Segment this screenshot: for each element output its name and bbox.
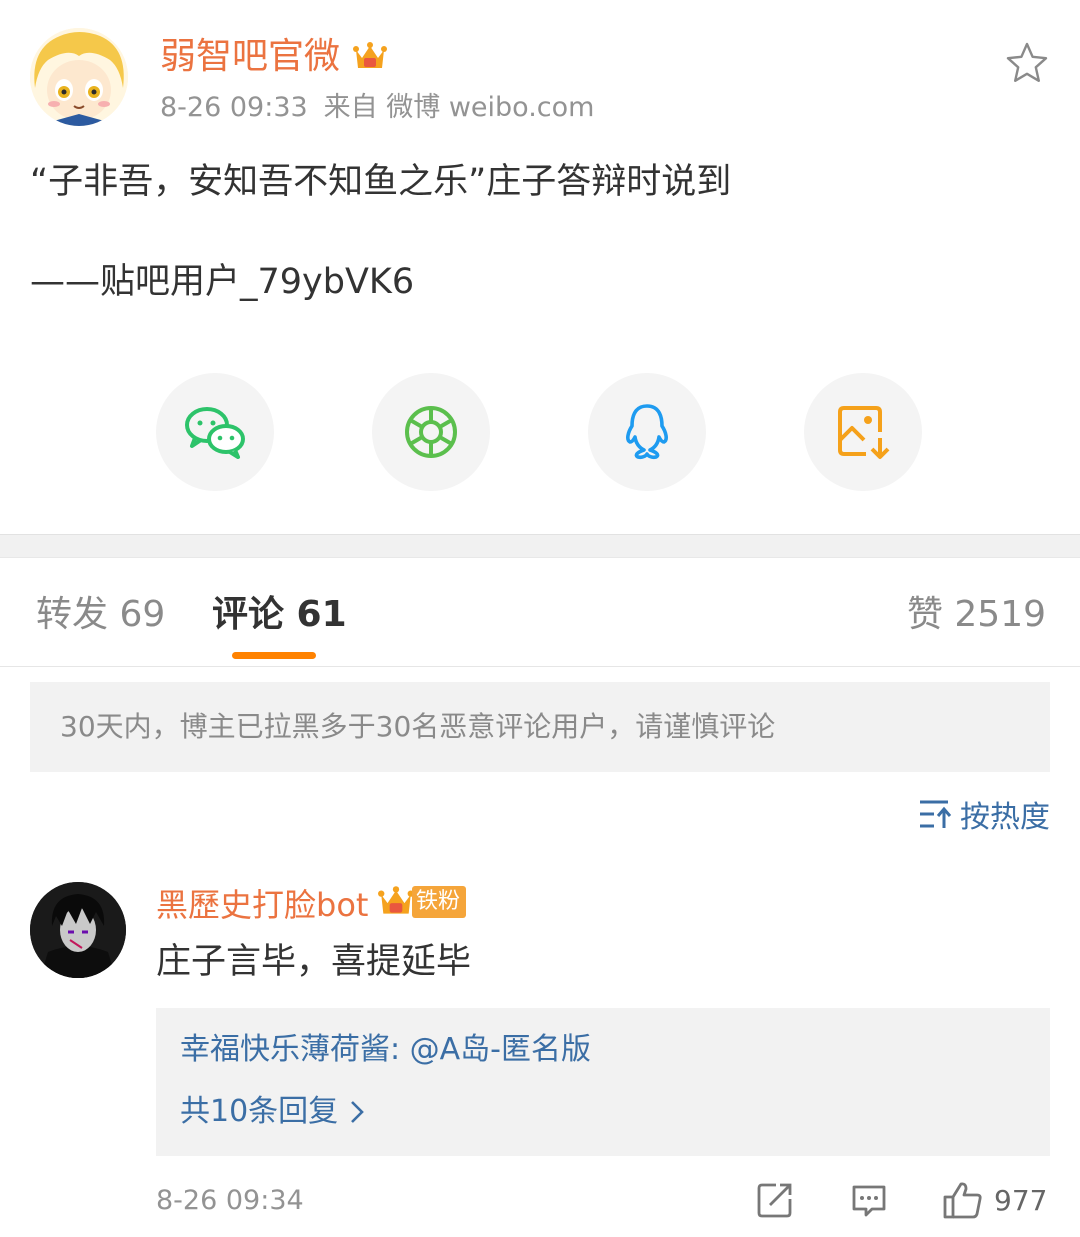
like-count: 977: [994, 1183, 1048, 1217]
tab-like[interactable]: 赞 2519: [907, 590, 1046, 640]
reply-count-label: 共10条回复: [180, 1094, 339, 1129]
thumbs-up-icon: [943, 1182, 982, 1219]
post-source: 来自 微博 weibo.com: [323, 92, 595, 123]
author-name[interactable]: 弱智吧官微: [160, 32, 340, 82]
wechat-icon: [185, 407, 245, 459]
author-avatar[interactable]: [30, 28, 128, 126]
dark-anime-avatar-image: [30, 882, 126, 978]
chevron-right-icon: [351, 1101, 365, 1123]
save-image-icon: [838, 406, 890, 459]
post-text-line-1: “子非吾，安知吾不知鱼之乐”庄子答辩时说到: [30, 162, 732, 202]
qq-icon: [626, 404, 668, 460]
repost-icon: [757, 1183, 792, 1218]
commenter-name[interactable]: 黑歷史打脸bot: [156, 882, 368, 928]
comment-reply-button[interactable]: [850, 1176, 888, 1224]
share-wechat-button[interactable]: [156, 373, 274, 491]
crown-vip-icon: [377, 882, 415, 924]
moments-icon: [405, 406, 457, 458]
section-divider: [0, 534, 1080, 558]
tab-divider: [0, 666, 1080, 667]
commenter-avatar[interactable]: [30, 882, 126, 978]
comment-like-button[interactable]: 977: [942, 1176, 1047, 1224]
post-text-line-2: ——贴吧用户_79ybVK6: [30, 262, 415, 302]
post-timestamp: 8-26 09:33: [160, 92, 308, 123]
active-tab-indicator: [232, 652, 316, 659]
comment-notice: 30天内，博主已拉黑多于30名恶意评论用户，请谨慎评论: [30, 682, 1050, 772]
reply-preview-text[interactable]: 幸福快乐薄荷酱: @A岛-匿名版: [180, 1028, 591, 1072]
fan-badge: 铁粉: [412, 886, 467, 918]
share-moments-button[interactable]: [372, 373, 490, 491]
favorite-star-icon[interactable]: [1004, 40, 1050, 86]
sort-by-hot-button[interactable]: 按热度: [918, 792, 1050, 836]
share-save-image-button[interactable]: [804, 373, 922, 491]
comment-repost-button[interactable]: [756, 1176, 794, 1224]
share-qq-button[interactable]: [588, 373, 706, 491]
comment-timestamp: 8-26 09:34: [156, 1185, 304, 1216]
tab-repost[interactable]: 转发 69: [36, 590, 165, 640]
sort-label: 按热度: [960, 800, 1050, 835]
tab-comment[interactable]: 评论 61: [212, 590, 347, 640]
sort-icon: [920, 800, 952, 828]
crown-vip-icon: [352, 38, 388, 78]
comment-text: 庄子言毕，喜提延毕: [156, 942, 472, 982]
post-meta: 8-26 09:33 来自 微博 weibo.com: [160, 88, 610, 128]
anime-avatar-image: [30, 28, 128, 126]
view-all-replies-link[interactable]: 共10条回复: [180, 1090, 365, 1134]
comment-icon: [852, 1185, 886, 1217]
